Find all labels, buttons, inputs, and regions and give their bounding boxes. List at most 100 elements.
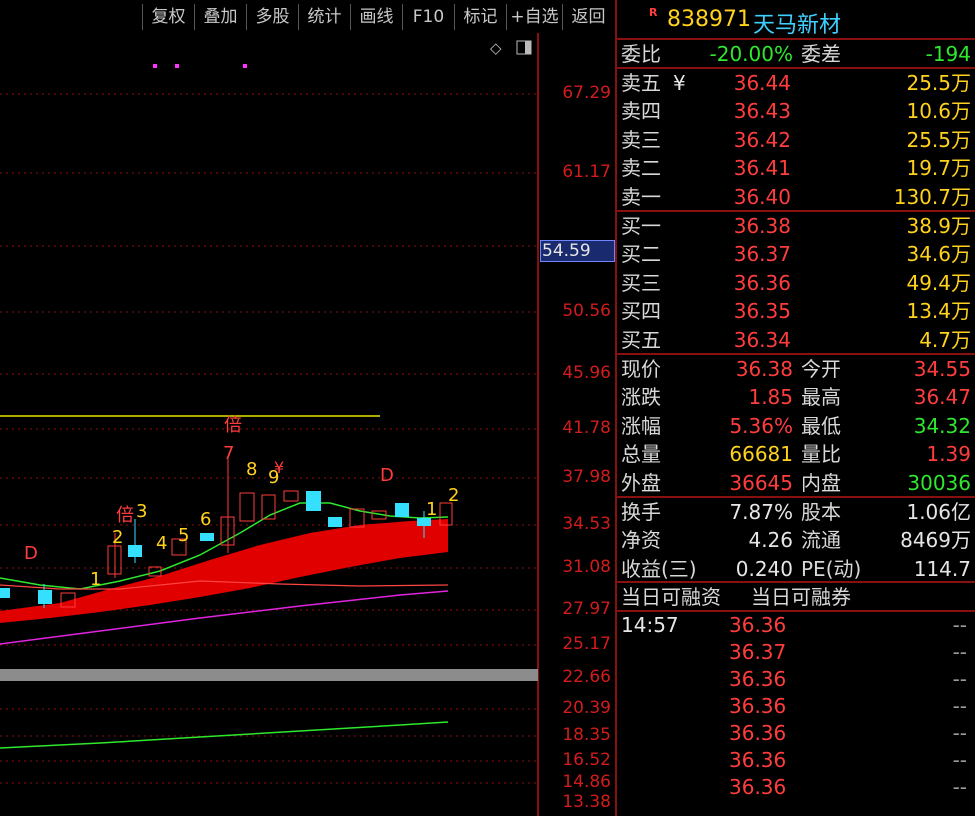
toolbar-multi-stock-button[interactable]: 多股	[246, 4, 298, 30]
stat-value: 8469万	[900, 528, 971, 553]
toolbar-back-button[interactable]: 返回	[562, 4, 614, 30]
ma-line-green-long	[0, 721, 449, 749]
tick-item: 36.36 --	[617, 747, 975, 774]
candlestick-chart[interactable]: ◇ D 1 2 倍 3 4 5 6 7 8 ¥ 9 倍 D 1 2	[0, 33, 540, 816]
price-tick: 61.17	[562, 162, 611, 182]
bid-row[interactable]: 买二 36.37 34.6万	[617, 240, 975, 269]
chart-toolbar: 复权 叠加 多股 统计 画线 F10 标记 +自选 返回	[0, 0, 615, 33]
bid-label: 买五	[621, 327, 661, 352]
stat-label: 量比	[801, 442, 841, 467]
ratio-label: 委比	[621, 42, 661, 66]
ask-price: 36.40	[733, 184, 791, 209]
tick-volume: --	[952, 639, 967, 664]
price-tick: 41.78	[562, 418, 611, 438]
symbol-code: 838971	[667, 7, 751, 32]
quote-stats: 现价 36.38 今开 34.55 涨跌 1.85 最高 36.47 涨幅 5.…	[617, 355, 975, 498]
price-tick: 37.98	[562, 467, 611, 487]
ask-row[interactable]: 卖四 36.43 10.6万	[617, 97, 975, 126]
tick-volume: --	[952, 747, 967, 772]
annotation-3: 3	[136, 501, 147, 522]
diamond-icon[interactable]: ◇	[490, 39, 502, 57]
stat-value: 1.85	[748, 385, 793, 410]
price-tick: 27.97	[562, 599, 611, 619]
toolbar-fuquan-button[interactable]: 复权	[142, 4, 194, 30]
margin-financing-label: 当日可融资	[621, 585, 721, 610]
bid-volume: 49.4万	[906, 270, 971, 295]
stats-row: 涨幅 5.36% 最低 34.32	[617, 412, 975, 441]
annotation-d-right: D	[380, 465, 394, 486]
ask-row[interactable]: 卖一 36.40 130.7万	[617, 183, 975, 212]
price-tick: 34.53	[562, 514, 611, 534]
annotation-2: 2	[112, 527, 123, 548]
ask-row[interactable]: 卖二 36.41 19.7万	[617, 154, 975, 183]
ask-volume: 10.6万	[906, 99, 971, 124]
stats-row: 换手 7.87% 股本 1.06亿	[617, 498, 975, 527]
margin-row: 当日可融资 当日可融券	[617, 583, 975, 612]
stat-value: 66681	[729, 442, 793, 467]
tick-price: 36.36	[729, 612, 787, 637]
symbol-badge: R	[649, 6, 658, 19]
annotation-4: 4	[156, 533, 167, 554]
tick-price: 36.36	[729, 774, 787, 799]
price-tick: 20.39	[562, 698, 611, 718]
tick-volume: --	[952, 612, 967, 637]
bid-price: 36.36	[733, 270, 791, 295]
price-tick: 31.08	[562, 557, 611, 577]
tick-volume: --	[952, 666, 967, 691]
toolbar-add-watchlist-button[interactable]: +自选	[506, 4, 562, 30]
stat-label: 涨幅	[621, 413, 661, 438]
bid-volume: 38.9万	[906, 213, 971, 238]
price-tick: 50.56	[562, 301, 611, 321]
tick-volume: --	[952, 774, 967, 799]
ask-label: 卖二	[621, 156, 661, 181]
tick-price: 36.36	[729, 747, 787, 772]
ask-price: 36.44	[733, 70, 791, 95]
toolbar-draw-line-button[interactable]: 画线	[350, 4, 402, 30]
ask-volume: 130.7万	[893, 184, 971, 209]
stats-row: 收益(三) 0.240 PE(动) 114.7	[617, 555, 975, 584]
crosshair-price-label: 54.59	[540, 240, 615, 262]
bid-price: 36.35	[733, 299, 791, 324]
bid-row[interactable]: 买一 36.38 38.9万	[617, 212, 975, 241]
ask-volume: 19.7万	[906, 156, 971, 181]
ask-row[interactable]: 卖五 ¥ 36.44 25.5万	[617, 69, 975, 98]
ma-line-magenta	[0, 590, 449, 645]
tick-item: 14:57 36.36 --	[617, 612, 975, 639]
stat-label: 收益(三)	[621, 556, 697, 581]
toolbar-overlay-button[interactable]: 叠加	[194, 4, 246, 30]
bid-label: 买二	[621, 242, 661, 267]
bid-row[interactable]: 买三 36.36 49.4万	[617, 269, 975, 298]
stat-label: 最低	[801, 413, 841, 438]
bid-label: 买四	[621, 299, 661, 324]
annotation-bei-2: 倍	[224, 415, 242, 436]
toolbar-mark-button[interactable]: 标记	[454, 4, 506, 30]
tick-list[interactable]: 14:57 36.36 -- 36.37 -- 36.36 -- 36.36 -…	[617, 612, 975, 801]
divider-bar	[0, 669, 538, 681]
stat-label: 净资	[621, 528, 661, 553]
toolbar-statistics-button[interactable]: 统计	[298, 4, 350, 30]
stat-label: 今开	[801, 356, 841, 381]
annotation-8: 8	[246, 459, 257, 480]
stat-value: 1.06亿	[906, 499, 971, 524]
annotation-1-right: 1	[426, 499, 437, 520]
ask-row[interactable]: 卖三 36.42 25.5万	[617, 126, 975, 155]
stat-value: 34.32	[913, 413, 971, 438]
annotation-bei-1: 倍	[116, 505, 134, 526]
bid-row[interactable]: 买五 36.34 4.7万	[617, 326, 975, 355]
stat-value: 7.87%	[729, 499, 793, 524]
bid-row[interactable]: 买四 36.35 13.4万	[617, 297, 975, 326]
stats-row: 外盘 36645 内盘 30036	[617, 469, 975, 498]
toolbar-f10-button[interactable]: F10	[402, 4, 454, 30]
quote-panel: R 838971 天马新材 委比 -20.00% 委差 -194 卖五 ¥ 36…	[615, 0, 975, 816]
price-axis: 67.29 61.17 54.59 50.56 45.96 41.78 37.9…	[540, 33, 615, 816]
stat-label: 换手	[621, 499, 661, 524]
symbol-header[interactable]: R 838971 天马新材	[617, 0, 975, 40]
diff-label: 委差	[801, 42, 841, 66]
tick-item: 36.36 --	[617, 774, 975, 801]
ask-volume: 25.5万	[906, 70, 971, 95]
bid-price: 36.34	[733, 327, 791, 352]
stat-value: 0.240	[735, 556, 793, 581]
diff-value: -194	[925, 42, 971, 66]
tick-item: 36.36 --	[617, 720, 975, 747]
ask-price: 36.43	[733, 99, 791, 124]
